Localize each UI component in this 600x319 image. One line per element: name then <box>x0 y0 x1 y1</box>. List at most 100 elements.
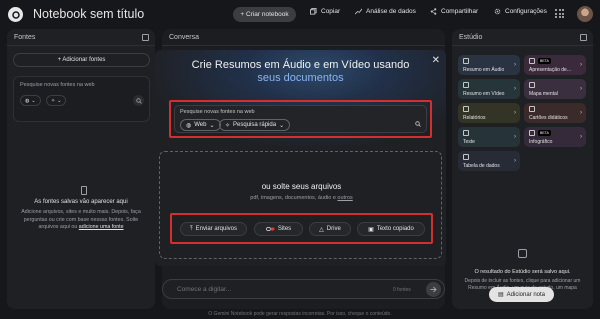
chevron-right-icon: › <box>514 86 516 92</box>
apps-grid-icon[interactable] <box>555 9 564 18</box>
websites-button[interactable]: Sites <box>254 222 303 236</box>
beta-badge: BETA <box>538 58 551 64</box>
source-count: 0 fontes <box>393 287 411 293</box>
studio-card[interactable]: Teste › <box>458 127 520 147</box>
sources-title: Fontes <box>14 34 36 41</box>
web-search-box[interactable]: Pesquise novas fontes na web ◍ Web ⌄ ✧ P… <box>174 105 427 133</box>
add-note-button[interactable]: ▤ Adicionar nota <box>489 287 554 302</box>
collapse-panel-icon[interactable] <box>580 34 587 41</box>
web-chip-label: Web <box>194 122 207 128</box>
drive-button[interactable]: △ Drive <box>309 222 351 236</box>
notebook-title[interactable]: Notebook sem título <box>33 7 144 21</box>
web-dropdown[interactable]: ◍ ⌄ <box>20 95 41 106</box>
chevron-right-icon: › <box>514 62 516 68</box>
collapse-panel-icon[interactable] <box>142 34 149 41</box>
share-icon <box>430 8 437 15</box>
add-note-label: Adicionar nota <box>506 291 546 298</box>
search-mode-dropdown[interactable]: ✧ ⌄ <box>46 95 67 106</box>
search-submit-button[interactable] <box>133 95 144 106</box>
send-button[interactable] <box>426 282 441 297</box>
add-source-link[interactable]: adicione uma fonte <box>79 224 124 230</box>
add-sources-button[interactable]: + Adicionar fontes <box>13 53 150 67</box>
upload-icon: ⤒ <box>189 225 193 232</box>
chevron-down-icon: ⌄ <box>209 122 215 129</box>
studio-empty-title: O resultado do Estúdio será salvo aqui. <box>474 269 571 275</box>
chevron-down-icon: ⌄ <box>57 97 62 104</box>
web-search-input[interactable]: Pesquise novas fontes na web <box>180 109 255 115</box>
globe-icon: ◍ <box>186 122 192 129</box>
upload-label: Enviar arquivos <box>195 226 237 232</box>
divider <box>7 45 155 46</box>
studio-card-icon <box>463 58 469 64</box>
studio-title: Estúdio <box>459 34 483 41</box>
studio-card-icon <box>529 82 535 88</box>
studio-card[interactable]: Tabela de dados › <box>458 151 520 171</box>
arrow-right-icon <box>430 286 437 293</box>
link-icon <box>265 227 275 231</box>
studio-card[interactable]: Resumo em Vídeo › <box>458 79 520 99</box>
sparkle-icon: ✧ <box>225 122 231 129</box>
drop-title: ou solte seus arquivos <box>261 182 342 191</box>
studio-panel: Estúdio Resumo em Áudio › BETA Apresentação… <box>452 29 593 309</box>
analytics-button[interactable]: Análise de dados <box>355 8 416 15</box>
drop-subtitle: pdf, imagens, documentos, áudio e outros <box>160 195 443 201</box>
document-icon <box>81 186 87 195</box>
share-button[interactable]: Compartilhar <box>430 8 478 15</box>
copy-button[interactable]: Copiar <box>310 8 340 15</box>
avatar[interactable] <box>577 6 593 22</box>
sources-empty-text: Adicione arquivos, sites e muito mais. D… <box>17 209 145 232</box>
sources-search-box[interactable]: Pesquise novas fontes na web ◍ ⌄ ✧ ⌄ <box>13 76 150 122</box>
studio-card[interactable]: Relatórios › <box>458 103 520 123</box>
chevron-right-icon: › <box>580 110 582 116</box>
studio-card-label: Cartões didáticos <box>529 115 568 121</box>
mode-chip-label: Pesquisa rápida <box>233 122 277 128</box>
other-formats-link[interactable]: outros <box>337 195 352 201</box>
chart-icon <box>355 8 362 15</box>
beta-badge: BETA <box>538 130 551 136</box>
sources-panel: Fontes + Adicionar fontes Pesquise novas… <box>7 29 155 309</box>
studio-card-label: Teste <box>463 139 475 145</box>
upload-files-button[interactable]: ⤒ Enviar arquivos <box>180 222 247 236</box>
paste-text-button[interactable]: ▣ Texto copiado <box>357 222 425 236</box>
footer-disclaimer: O Gemini Notebook pode gerar respostas i… <box>208 311 392 317</box>
analytics-label: Análise de dados <box>366 8 416 15</box>
search-submit-button[interactable] <box>415 121 421 129</box>
file-drop-zone[interactable]: ou solte seus arquivos pdf, imagens, doc… <box>159 151 442 259</box>
studio-card-icon <box>529 58 535 64</box>
dialog-heading-highlight: seus documentos <box>257 72 344 84</box>
studio-card[interactable]: Cartões didáticos › <box>524 103 586 123</box>
studio-card[interactable]: Mapa mental › <box>524 79 586 99</box>
studio-card[interactable]: BETA Infográfico › <box>524 127 586 147</box>
chevron-right-icon: › <box>514 134 516 140</box>
create-notebook-button[interactable]: + Criar notebook <box>233 7 296 22</box>
studio-card[interactable]: BETA Apresentação de... › <box>524 55 586 75</box>
share-label: Compartilhar <box>441 8 479 15</box>
sources-search-input[interactable]: Pesquise novas fontes na web <box>20 82 95 88</box>
studio-card-icon <box>463 106 469 112</box>
chat-input[interactable]: Comece a digitar... <box>177 286 231 293</box>
chat-input-box[interactable]: Comece a digitar... 0 fontes <box>162 279 445 299</box>
studio-card[interactable]: Resumo em Áudio › <box>458 55 520 75</box>
top-bar: Notebook sem título + Criar notebook Cop… <box>0 0 600 29</box>
globe-icon: ◍ <box>25 97 30 104</box>
highlight-box-search: Pesquise novas fontes na web ◍ Web ⌄ ✧ P… <box>169 100 432 138</box>
web-source-dropdown[interactable]: ◍ Web ⌄ <box>180 119 221 131</box>
divider <box>452 45 593 46</box>
chevron-right-icon: › <box>580 86 582 92</box>
search-mode-dropdown[interactable]: ✧ Pesquisa rápida ⌄ <box>219 119 291 131</box>
studio-card-label: Relatórios <box>463 115 486 121</box>
settings-label: Configurações <box>505 8 547 15</box>
chevron-right-icon: › <box>514 158 516 164</box>
settings-button[interactable]: Configurações <box>494 8 547 15</box>
sources-empty-title: As fontes salvas vão aparecer aqui <box>34 199 128 205</box>
highlight-box-buttons: ⤒ Enviar arquivos Sites △ Drive ▣ Texto … <box>170 213 433 244</box>
sparkle-icon: ✧ <box>51 97 56 104</box>
chevron-right-icon: › <box>580 62 582 68</box>
chevron-down-icon: ⌄ <box>279 122 285 129</box>
notebook-logo-icon[interactable] <box>8 7 23 22</box>
studio-card-icon <box>529 106 535 112</box>
studio-card-label: Resumo em Vídeo <box>463 91 505 97</box>
dialog-heading: Crie Resumos em Áudio e em Vídeo usando <box>191 59 410 71</box>
drop-subtitle-text: pdf, imagens, documentos, áudio e <box>250 195 336 201</box>
drive-icon: △ <box>319 226 324 233</box>
